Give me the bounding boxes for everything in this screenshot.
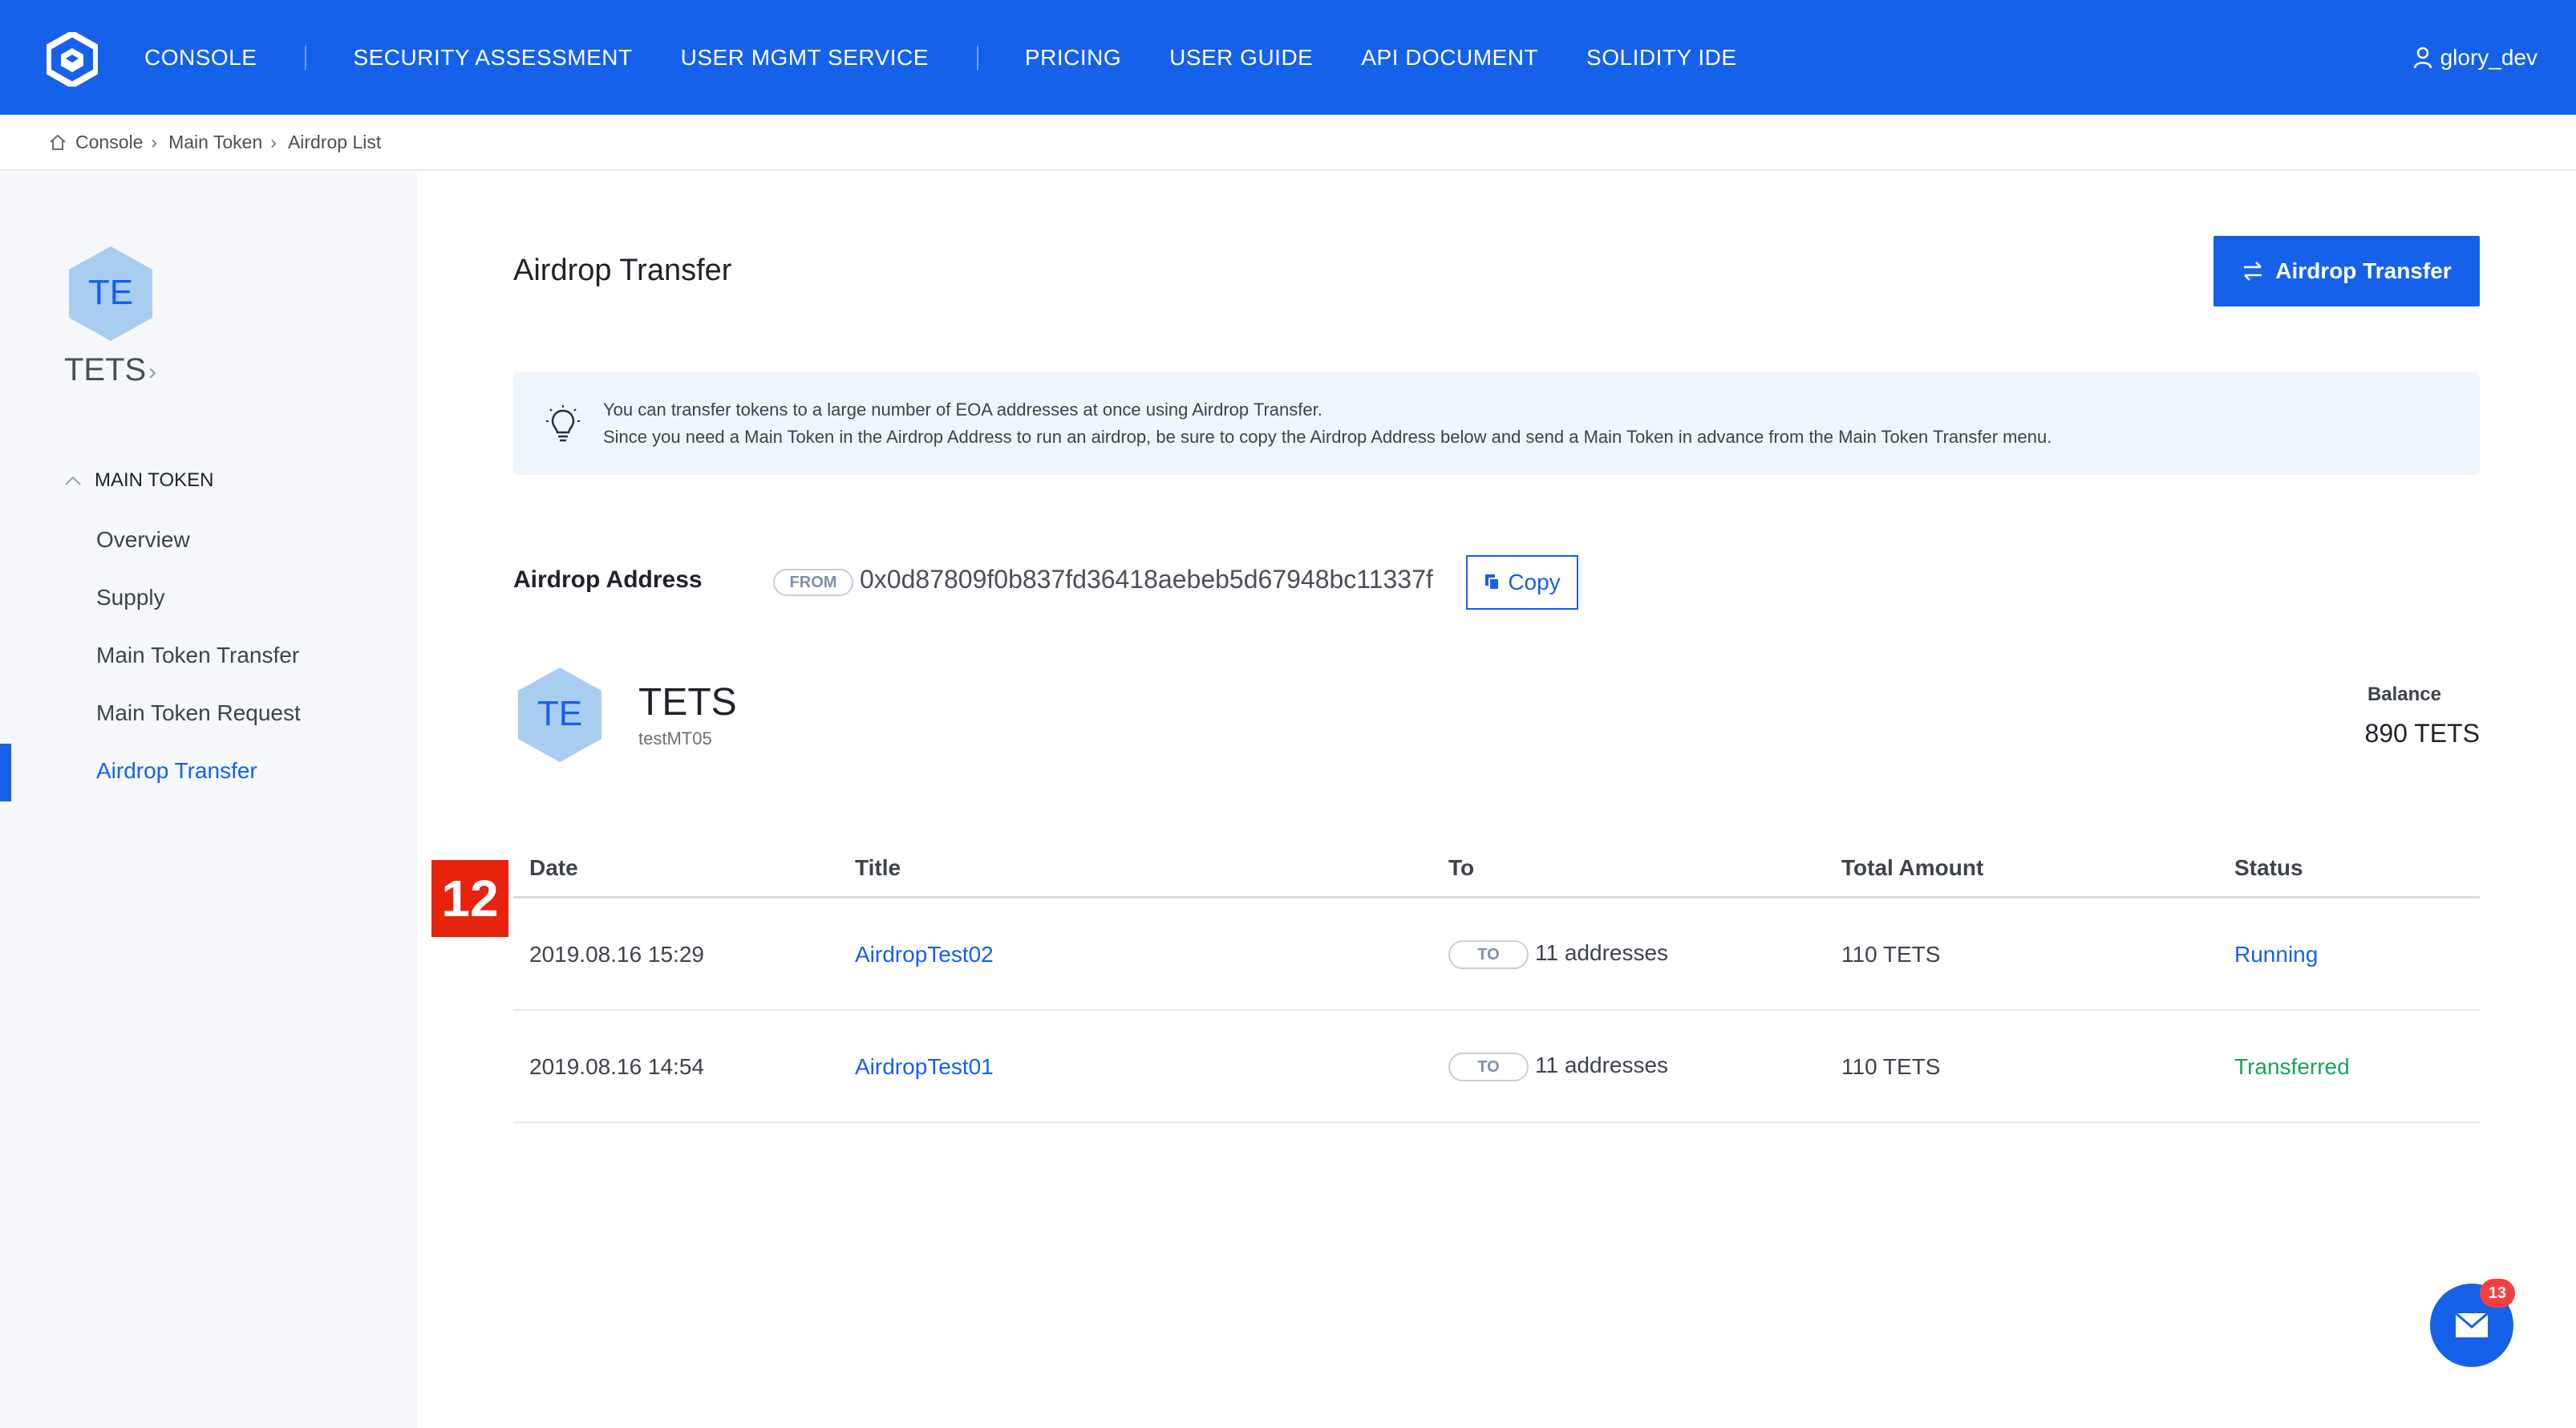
table-row[interactable]: 2019.08.16 15:29 AirdropTest02 TO 11 add…	[513, 899, 2480, 1011]
row-title-link[interactable]: AirdropTest01	[855, 1054, 994, 1080]
column-header-total-amount: Total Amount	[1841, 855, 1984, 880]
token-name[interactable]: TETS	[64, 352, 146, 388]
breadcrumb-console[interactable]: Console	[75, 132, 143, 153]
token-initials: TE	[537, 694, 582, 733]
copy-button[interactable]: Copy	[1466, 555, 1578, 610]
nav-security-assessment[interactable]: SECURITY ASSESSMENT	[353, 45, 632, 71]
row-date: 2019.08.16 15:29	[529, 942, 704, 967]
sidebar-item-main-token-transfer[interactable]: Main Token Transfer	[96, 643, 299, 668]
menu-section-label: MAIN TOKEN	[95, 469, 214, 491]
breadcrumb: Console › Main Token › Airdrop List	[0, 115, 2576, 171]
breadcrumb-airdrop-list: Airdrop List	[287, 131, 382, 152]
logo-icon[interactable]	[47, 32, 98, 87]
from-badge: FROM	[773, 569, 853, 596]
airdrop-address-label: Airdrop Address	[513, 566, 703, 593]
token-hexagon-icon: TE	[518, 667, 601, 762]
row-title-link[interactable]: AirdropTest02	[855, 942, 994, 968]
chevron-right-icon: ›	[151, 131, 158, 152]
main-nav: CONSOLE SECURITY ASSESSMENT USER MGMT SE…	[144, 0, 1785, 115]
table-row[interactable]: 2019.08.16 14:54 AirdropTest01 TO 11 add…	[513, 1011, 2480, 1123]
sidebar-item-airdrop-transfer[interactable]: Airdrop Transfer	[96, 758, 257, 784]
info-line-2: Since you need a Main Token in the Airdr…	[603, 427, 2052, 447]
sidebar-item-overview[interactable]: Overview	[96, 527, 190, 553]
user-icon	[2413, 47, 2432, 68]
nav-console[interactable]: CONSOLE	[144, 45, 257, 71]
row-status: Running	[2234, 942, 2319, 967]
chevron-right-icon[interactable]: ›	[148, 359, 156, 386]
step-marker: 12	[431, 860, 508, 937]
column-header-to: To	[1448, 855, 1475, 880]
sidebar: TE TETS › MAIN TOKEN Overview Supply Mai…	[0, 172, 417, 1428]
nav-user-guide[interactable]: USER GUIDE	[1169, 45, 1313, 71]
info-notice: You can transfer tokens to a large numbe…	[513, 372, 2480, 475]
nav-pricing[interactable]: PRICING	[1025, 45, 1121, 71]
row-to: 11 addresses	[1535, 940, 1669, 965]
row-to: 11 addresses	[1535, 1053, 1669, 1077]
to-badge: TO	[1448, 940, 1529, 969]
balance-value: 890 TETS	[2364, 719, 2480, 748]
table-header: Date Title To Total Amount Status	[513, 842, 2480, 899]
notification-badge: 13	[2480, 1279, 2515, 1308]
airdrop-table: Date Title To Total Amount Status 2019.0…	[513, 842, 2480, 1123]
menu-section-main-token[interactable]: MAIN TOKEN	[64, 469, 213, 492]
lightbulb-icon	[546, 405, 580, 442]
chevron-up-icon	[65, 476, 81, 485]
page-title: Airdrop Transfer	[513, 254, 732, 287]
airdrop-transfer-button-label: Airdrop Transfer	[2275, 258, 2452, 283]
breadcrumb-main-token[interactable]: Main Token	[168, 132, 262, 153]
token-initials: TE	[88, 273, 133, 312]
column-header-title: Title	[855, 855, 901, 880]
info-line-1: You can transfer tokens to a large numbe…	[603, 400, 1322, 420]
home-icon[interactable]	[48, 133, 67, 151]
airdrop-transfer-button[interactable]: Airdrop Transfer	[2213, 236, 2480, 306]
sidebar-item-supply[interactable]: Supply	[96, 585, 165, 611]
copy-icon	[1485, 574, 1501, 590]
active-indicator	[0, 744, 11, 801]
copy-button-label: Copy	[1508, 570, 1561, 594]
row-date: 2019.08.16 14:54	[529, 1054, 704, 1079]
airdrop-address-value: 0x0d87809f0b837fd36418aebeb5d67948bc1133…	[860, 565, 1433, 594]
token-hexagon-icon: TE	[69, 246, 152, 341]
nav-divider	[976, 45, 978, 70]
column-header-date: Date	[529, 855, 578, 880]
token-subtitle: testMT05	[638, 728, 712, 748]
user-menu[interactable]: glory_dev	[2413, 0, 2538, 115]
transfer-arrows-icon	[2244, 262, 2262, 281]
balance-label: Balance	[2367, 684, 2441, 705]
nav-divider	[305, 45, 307, 70]
row-amount: 110 TETS	[1841, 942, 1941, 967]
mail-icon	[2455, 1312, 2489, 1337]
nav-user-mgmt-service[interactable]: USER MGMT SERVICE	[681, 45, 929, 71]
nav-solidity-ide[interactable]: SOLIDITY IDE	[1586, 45, 1737, 71]
nav-api-document[interactable]: API DOCUMENT	[1361, 45, 1538, 71]
top-navbar: CONSOLE SECURITY ASSESSMENT USER MGMT SE…	[0, 0, 2576, 115]
column-header-status: Status	[2234, 855, 2303, 880]
to-badge: TO	[1448, 1053, 1529, 1081]
token-title: TETS	[638, 681, 737, 724]
sidebar-item-main-token-request[interactable]: Main Token Request	[96, 700, 301, 726]
username: glory_dev	[2440, 44, 2538, 70]
row-status: Transferred	[2234, 1054, 2350, 1079]
row-amount: 110 TETS	[1841, 1054, 1941, 1079]
chevron-right-icon: ›	[270, 131, 277, 152]
